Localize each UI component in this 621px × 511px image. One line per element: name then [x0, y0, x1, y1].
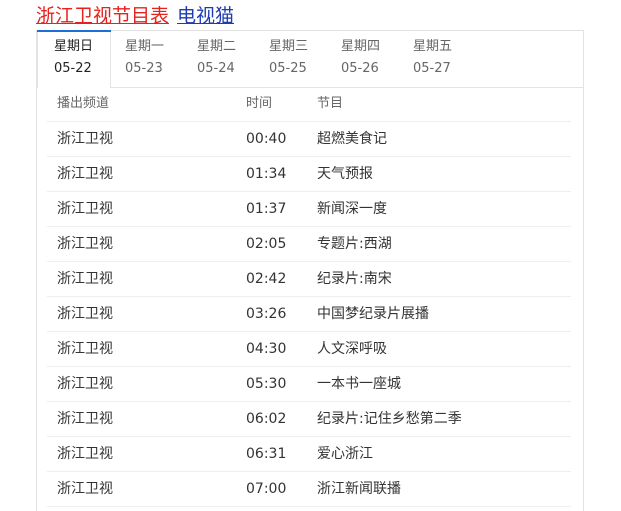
time-cell: 07:00 — [246, 481, 287, 497]
tab-day-label: 星期一 — [125, 39, 165, 54]
tab-day-label: 星期二 — [197, 39, 237, 54]
program-link[interactable]: 人文深呼吸 — [317, 332, 387, 366]
tab-sunday[interactable]: 星期日 05-22 — [37, 30, 111, 88]
tab-day-label: 星期三 — [269, 39, 309, 54]
channel-cell: 浙江卫视 — [57, 271, 113, 287]
tab-day-label: 星期五 — [413, 39, 453, 54]
page-title: 浙江卫视节目表 电视猫 — [36, 4, 234, 28]
table-row: 浙江卫视 00:40 超燃美食记 — [47, 122, 571, 157]
tab-friday[interactable]: 星期五 05-27 — [397, 31, 469, 87]
channel-cell: 浙江卫视 — [57, 446, 113, 462]
table-row: 浙江卫视 01:34 天气预报 — [47, 157, 571, 192]
tab-date-label: 05-22 — [54, 61, 92, 76]
program-link[interactable]: 一本书一座城 — [317, 367, 401, 401]
table-row: 浙江卫视 07:00 浙江新闻联播 — [47, 472, 571, 507]
channel-cell: 浙江卫视 — [57, 166, 113, 182]
program-link[interactable]: 中国梦纪录片展播 — [317, 297, 429, 331]
tab-thursday[interactable]: 星期四 05-26 — [325, 31, 397, 87]
tvmao-site-link[interactable]: 电视猫 — [177, 5, 234, 27]
channel-cell: 浙江卫视 — [57, 131, 113, 147]
time-cell: 00:40 — [246, 131, 287, 147]
channel-cell: 浙江卫视 — [57, 376, 113, 392]
channel-cell: 浙江卫视 — [57, 481, 113, 497]
tab-day-label: 星期日 — [54, 39, 94, 54]
time-cell: 02:05 — [246, 236, 287, 252]
table-row: 浙江卫视 06:02 纪录片:记住乡愁第二季 — [47, 402, 571, 437]
program-link[interactable]: 浙江新闻联播 — [317, 472, 401, 506]
day-tabs: 星期日 05-22 星期一 05-23 星期二 05-24 星期三 05-25 … — [37, 30, 583, 88]
tab-date-label: 05-26 — [341, 61, 379, 76]
program-link[interactable]: 天气预报 — [317, 157, 373, 191]
channel-cell: 浙江卫视 — [57, 201, 113, 217]
program-link[interactable]: 专题片:西湖 — [317, 227, 392, 261]
header-channel: 播出频道 — [57, 96, 110, 111]
table-row: 浙江卫视 06:31 爱心浙江 — [47, 437, 571, 472]
time-cell: 02:42 — [246, 271, 287, 287]
header-program: 节目 — [317, 96, 344, 111]
tab-wednesday[interactable]: 星期三 05-25 — [253, 31, 325, 87]
channel-cell: 浙江卫视 — [57, 236, 113, 252]
channel-cell: 浙江卫视 — [57, 341, 113, 357]
time-cell: 04:30 — [246, 341, 287, 357]
tab-date-label: 05-27 — [413, 61, 451, 76]
program-link[interactable]: 爱心浙江 — [317, 437, 373, 471]
table-row: 浙江卫视 01:37 新闻深一度 — [47, 192, 571, 227]
schedule-panel: 星期日 05-22 星期一 05-23 星期二 05-24 星期三 05-25 … — [36, 30, 584, 511]
header-time: 时间 — [246, 96, 273, 111]
time-cell: 06:31 — [246, 446, 287, 462]
tab-tuesday[interactable]: 星期二 05-24 — [181, 31, 253, 87]
table-row: 浙江卫视 03:26 中国梦纪录片展播 — [47, 297, 571, 332]
tab-monday[interactable]: 星期一 05-23 — [109, 31, 181, 87]
channel-cell: 浙江卫视 — [57, 306, 113, 322]
time-cell: 06:02 — [246, 411, 287, 427]
table-row: 浙江卫视 02:42 纪录片:南宋 — [47, 262, 571, 297]
tab-date-label: 05-23 — [125, 61, 163, 76]
schedule-title-link[interactable]: 浙江卫视节目表 — [36, 5, 169, 27]
tab-day-label: 星期四 — [341, 39, 381, 54]
table-header-row: 播出频道 时间 节目 — [47, 87, 571, 122]
channel-cell: 浙江卫视 — [57, 411, 113, 427]
table-row: 浙江卫视 05:30 一本书一座城 — [47, 367, 571, 402]
time-cell: 01:37 — [246, 201, 287, 217]
tab-date-label: 05-25 — [269, 61, 307, 76]
program-link[interactable]: 纪录片:南宋 — [317, 262, 392, 296]
program-link[interactable]: 超燃美食记 — [317, 122, 387, 156]
program-link[interactable]: 纪录片:记住乡愁第二季 — [317, 402, 462, 436]
time-cell: 03:26 — [246, 306, 287, 322]
table-row: 浙江卫视 02:05 专题片:西湖 — [47, 227, 571, 262]
time-cell: 05:30 — [246, 376, 287, 392]
table-row: 浙江卫视 04:30 人文深呼吸 — [47, 332, 571, 367]
tab-date-label: 05-24 — [197, 61, 235, 76]
time-cell: 01:34 — [246, 166, 287, 182]
program-link[interactable]: 新闻深一度 — [317, 192, 387, 226]
